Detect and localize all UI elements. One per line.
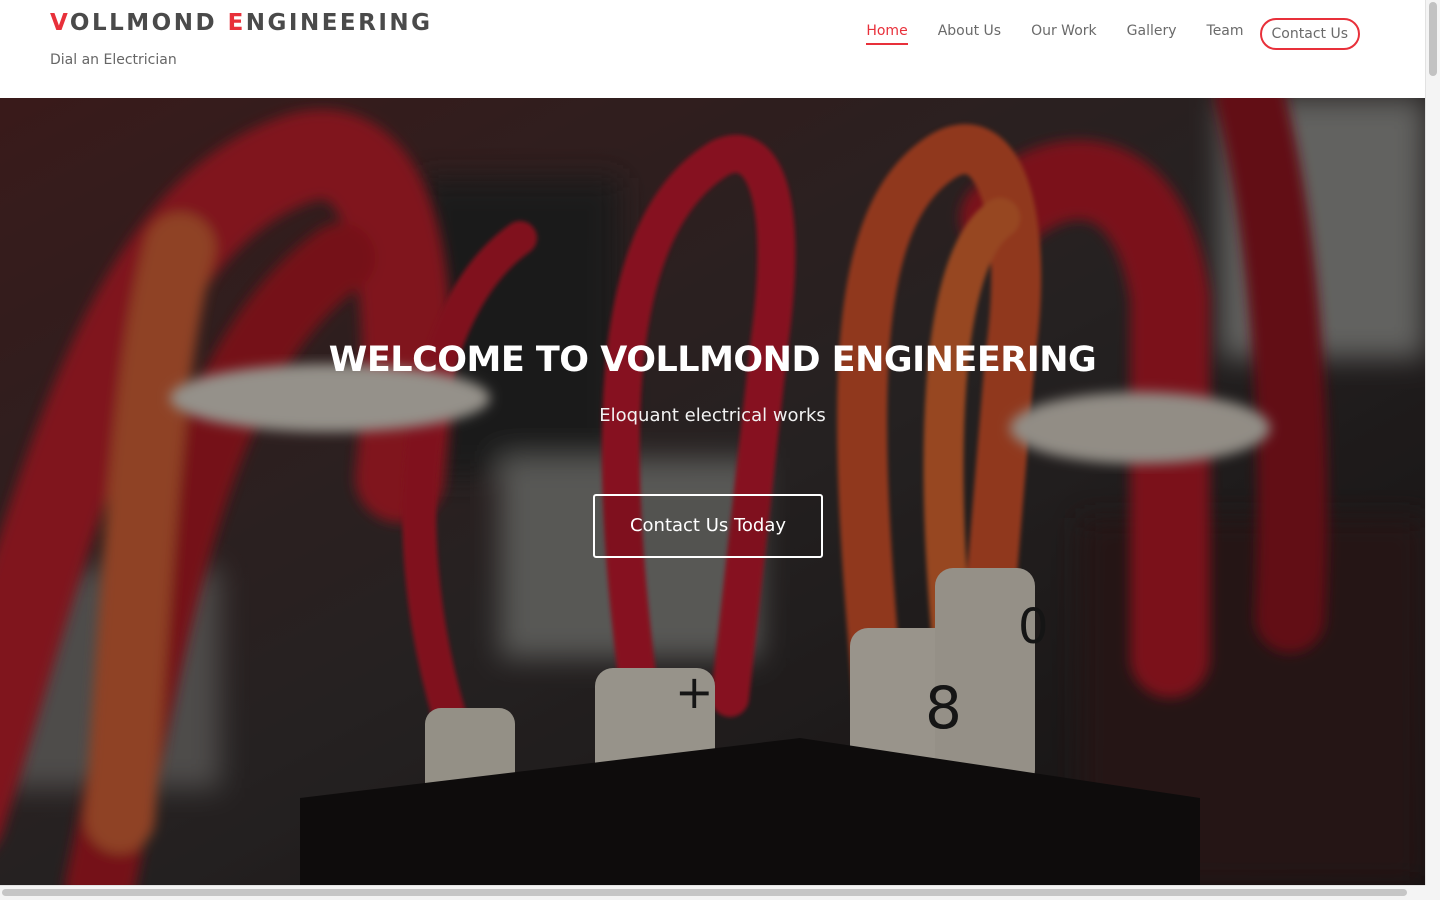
hero-overlay: [0, 98, 1425, 885]
contact-us-today-button[interactable]: Contact Us Today: [593, 494, 823, 558]
site-header: VOLLMOND ENGINEERING Dial an Electrician…: [0, 0, 1425, 98]
hero-section: 8 0 + WELCOME TO VOLLMOND ENGINEERING El…: [0, 98, 1425, 885]
site-tagline: Dial an Electrician: [50, 52, 177, 68]
nav-item-team[interactable]: Team: [1207, 20, 1244, 45]
nav-contact-us-button[interactable]: Contact Us: [1259, 18, 1360, 50]
hero-title: WELCOME TO VOLLMOND ENGINEERING: [328, 340, 1097, 380]
nav-item-home[interactable]: Home: [866, 20, 908, 45]
main-nav: Home About Us Our Work Gallery Team Cont…: [836, 14, 1360, 50]
vertical-scrollbar[interactable]: [1425, 0, 1440, 885]
horizontal-scrollbar[interactable]: [0, 885, 1425, 900]
brand: VOLLMOND ENGINEERING: [50, 9, 433, 37]
logo-letter-e: E: [227, 10, 246, 36]
vertical-scrollbar-thumb[interactable]: [1429, 2, 1437, 76]
horizontal-scrollbar-thumb[interactable]: [2, 889, 1407, 896]
nav-item-about-us[interactable]: About Us: [938, 20, 1001, 45]
hero-subtitle: Eloquant electrical works: [599, 405, 826, 426]
logo-letter-v: V: [50, 10, 70, 36]
scrollbar-corner: [1425, 885, 1440, 900]
nav-item-gallery[interactable]: Gallery: [1127, 20, 1177, 45]
logo-text-ollmond: OLLMOND: [69, 10, 228, 36]
logo-text-ngineering: NGINEERING: [245, 10, 433, 36]
site-logo[interactable]: VOLLMOND ENGINEERING: [50, 9, 433, 37]
nav-item-our-work[interactable]: Our Work: [1031, 20, 1097, 45]
